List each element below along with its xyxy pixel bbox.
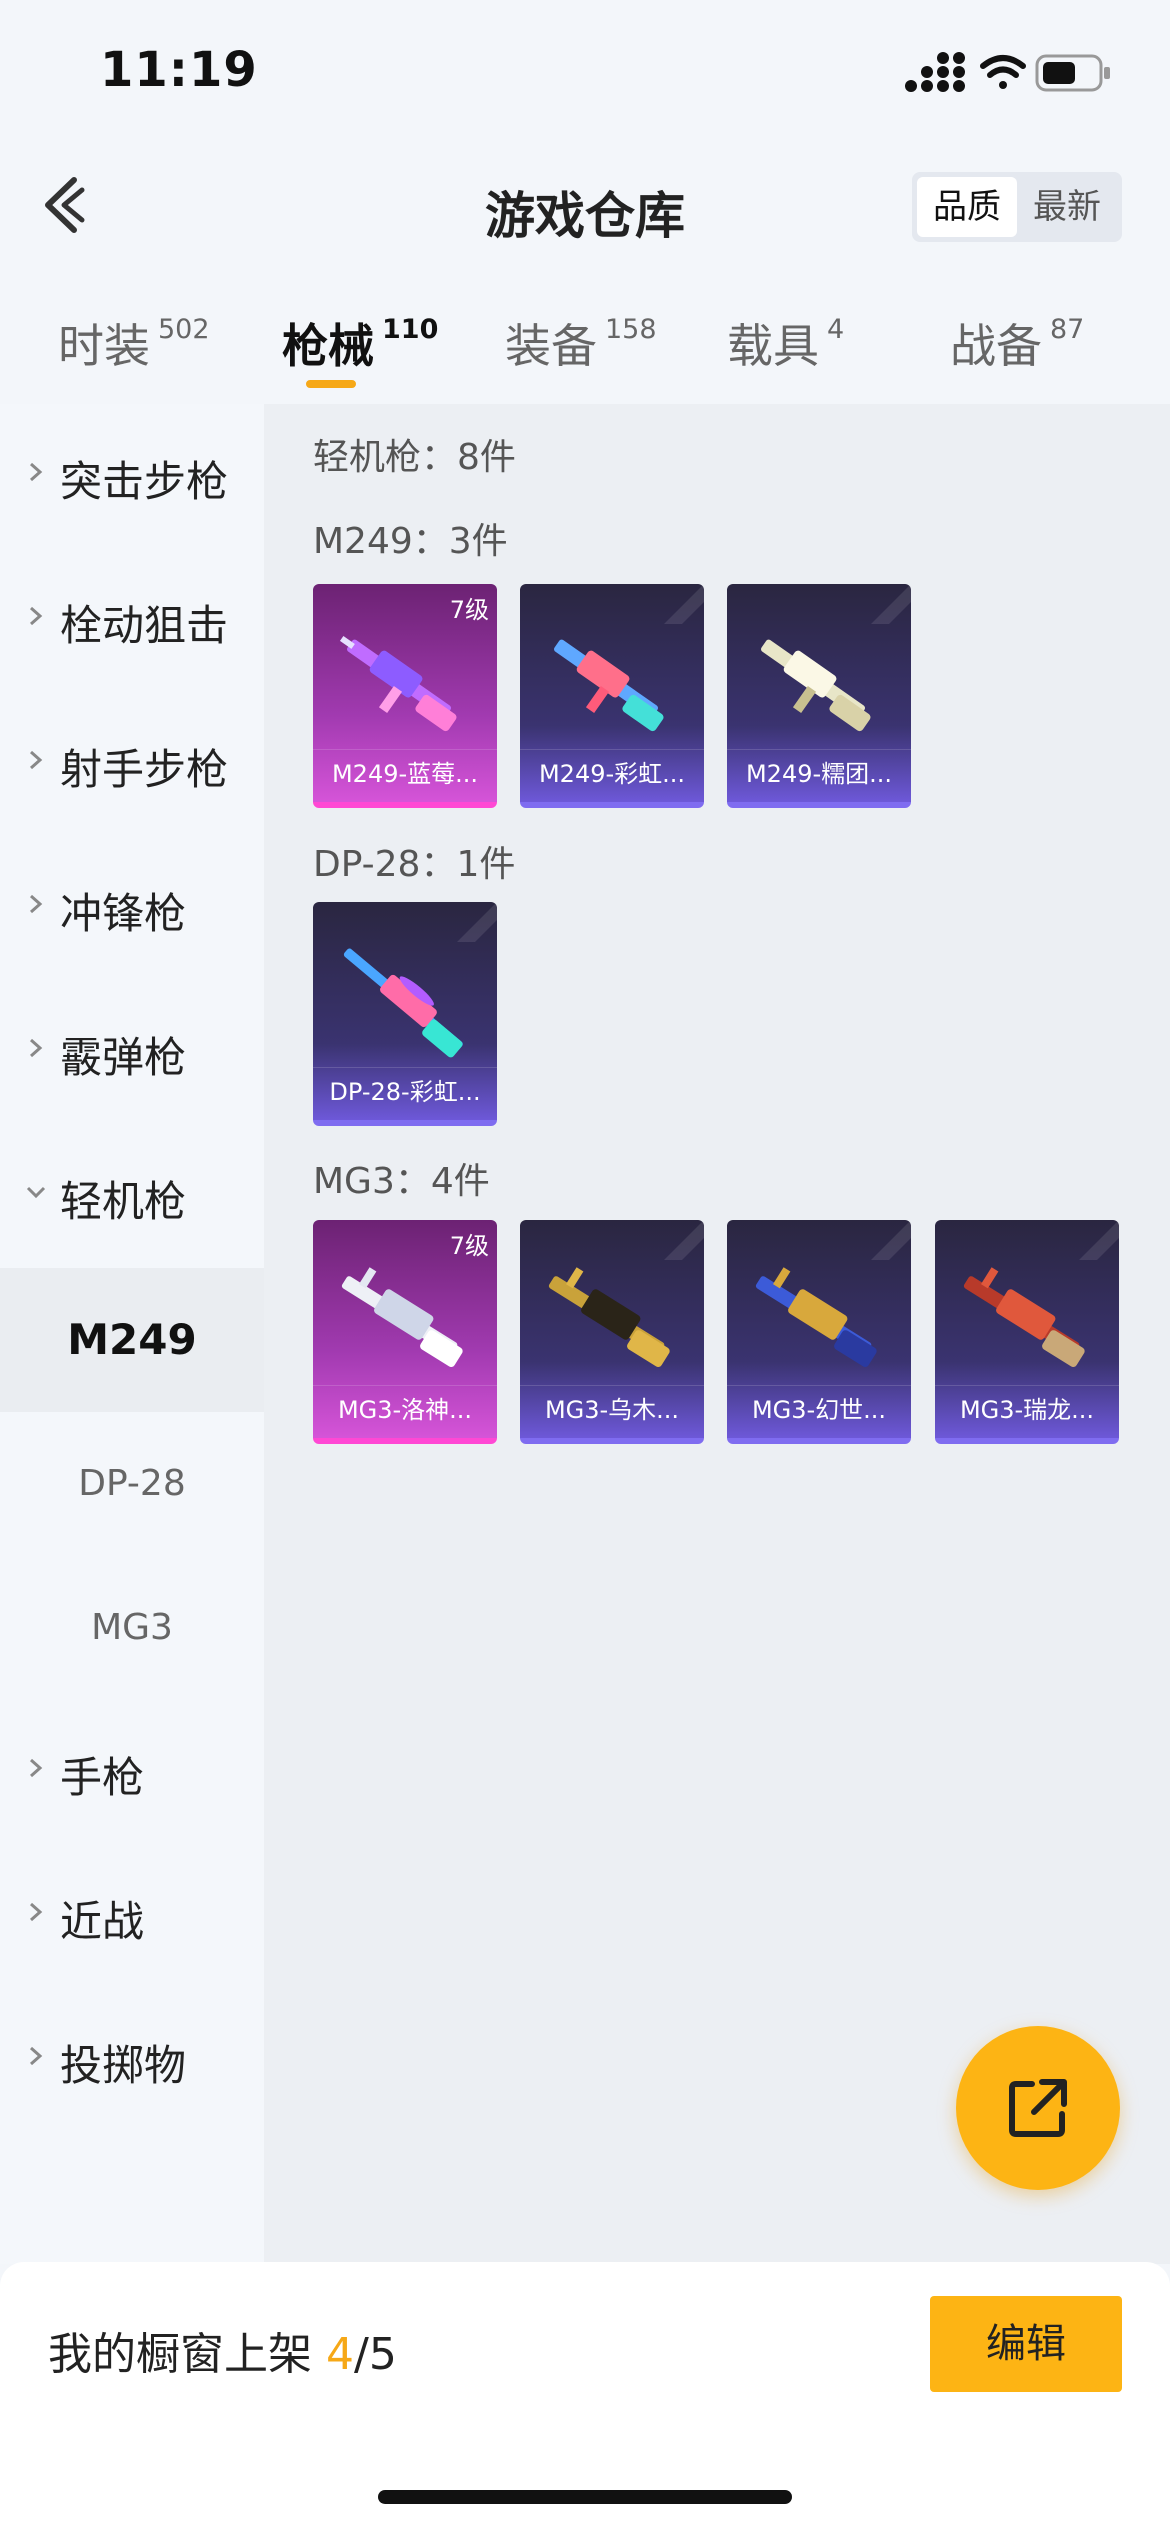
sidebar-item-label: 射手步枪 xyxy=(60,745,229,794)
chevron-right-icon xyxy=(30,1902,43,1922)
sidebar-item-assault-rifle[interactable]: 突击步枪 xyxy=(0,404,264,548)
sidebar-item-label: 突击步枪 xyxy=(60,457,229,506)
sidebar-item-shotgun[interactable]: 霰弹枪 xyxy=(0,980,264,1124)
sidebar-item-label: 近战 xyxy=(60,1897,145,1946)
signal-icon xyxy=(905,52,965,92)
sidebar-item-lmg[interactable]: 轻机枪 xyxy=(0,1124,264,1268)
wifi-icon xyxy=(980,55,1026,89)
section-header-m249: M249：3件 xyxy=(313,521,508,562)
showcase-status: 我的橱窗上架 4/5 xyxy=(48,2318,397,2382)
sidebar-item-pistol[interactable]: 手枪 xyxy=(0,1700,264,1844)
showcase-label: 我的橱窗上架 xyxy=(48,2329,312,2380)
item-name: MG3-瑞龙... xyxy=(935,1385,1119,1434)
item-card[interactable]: M249-彩虹... xyxy=(520,584,704,808)
battery-icon xyxy=(1035,54,1110,92)
gun-mg3-icon xyxy=(548,1267,670,1368)
sidebar-item-label: 冲锋枪 xyxy=(60,889,187,938)
section-header-mg3: MG3：4件 xyxy=(313,1161,490,1202)
item-name: M249-糯团... xyxy=(727,749,911,798)
item-card[interactable]: M249-糯团... xyxy=(727,584,911,808)
share-external-icon xyxy=(1009,2079,1067,2137)
gun-mg3-icon xyxy=(341,1267,463,1368)
item-name: DP-28-彩虹... xyxy=(313,1067,497,1116)
gun-m249-icon xyxy=(554,639,664,732)
gun-m249-icon xyxy=(761,639,871,732)
showcase-total: /5 xyxy=(354,2329,397,2380)
category-header: 轻机枪：8件 xyxy=(313,437,516,478)
sort-newest-option[interactable]: 最新 xyxy=(1017,177,1117,237)
sidebar-item-marksman-rifle[interactable]: 射手步枪 xyxy=(0,692,264,836)
sidebar-item-label: 霰弹枪 xyxy=(60,1033,187,1082)
chevron-right-icon xyxy=(30,1758,43,1778)
share-fab-button[interactable] xyxy=(956,2026,1120,2190)
edit-button[interactable]: 编辑 xyxy=(930,2296,1122,2392)
sidebar: 突击步枪 栓动狙击 射手步枪 冲锋枪 霰弹枪 轻机枪 M249 DP-28 MG… xyxy=(0,404,264,2264)
tab-equipment[interactable]: 装备 158 xyxy=(505,310,657,376)
gun-dp28-icon xyxy=(343,948,463,1058)
sidebar-item-label: 手枪 xyxy=(60,1753,145,1802)
sidebar-item-label: 投掷物 xyxy=(60,2041,187,2090)
showcase-count: 4 xyxy=(326,2329,354,2380)
chevron-right-icon xyxy=(30,2046,43,2066)
chevron-down-icon xyxy=(26,1186,46,1199)
sidebar-item-smg[interactable]: 冲锋枪 xyxy=(0,836,264,980)
item-card[interactable]: MG3-瑞龙... xyxy=(935,1220,1119,1444)
sidebar-item-bolt-sniper[interactable]: 栓动狙击 xyxy=(0,548,264,692)
sidebar-item-label: 栓动狙击 xyxy=(60,601,229,650)
section-header-dp28: DP-28：1件 xyxy=(313,844,516,885)
sidebar-item-melee[interactable]: 近战 xyxy=(0,1844,264,1988)
gun-mg3-icon xyxy=(963,1267,1085,1368)
sidebar-item-throwables[interactable]: 投掷物 xyxy=(0,1988,264,2132)
sidebar-subitem-mg3[interactable]: MG3 xyxy=(0,1556,264,1700)
item-card[interactable]: MG3-幻世... xyxy=(727,1220,911,1444)
sort-toggle: 品质 最新 xyxy=(912,172,1122,242)
item-card[interactable]: DP-28-彩虹... xyxy=(313,902,497,1126)
sidebar-item-label: 轻机枪 xyxy=(60,1177,187,1226)
status-icons xyxy=(905,52,1110,92)
gun-m249-icon xyxy=(339,635,457,732)
chevron-right-icon xyxy=(30,462,43,482)
status-time: 11:19 xyxy=(100,42,258,98)
chevron-right-icon xyxy=(30,606,43,626)
sidebar-subitem-m249[interactable]: M249 xyxy=(0,1268,264,1412)
chevron-right-icon xyxy=(30,750,43,770)
item-name: MG3-幻世... xyxy=(727,1385,911,1434)
sidebar-subitem-dp28[interactable]: DP-28 xyxy=(0,1412,264,1556)
item-name: MG3-乌木... xyxy=(520,1385,704,1434)
tab-vehicles[interactable]: 载具 4 xyxy=(727,310,844,376)
item-name: M249-彩虹... xyxy=(520,749,704,798)
gun-mg3-icon xyxy=(755,1267,877,1368)
item-card[interactable]: 7级 MG3-洛神... xyxy=(313,1220,497,1444)
item-name: M249-蓝莓... xyxy=(313,749,497,798)
tab-firearms[interactable]: 枪械 110 xyxy=(282,310,438,376)
item-card[interactable]: 7级 M249-蓝莓... xyxy=(313,584,497,808)
home-indicator xyxy=(378,2490,792,2504)
tab-active-indicator xyxy=(306,380,356,388)
tab-supplies[interactable]: 战备 87 xyxy=(950,310,1084,376)
sort-quality-option[interactable]: 品质 xyxy=(917,177,1017,237)
chevron-right-icon xyxy=(30,894,43,914)
item-card[interactable]: MG3-乌木... xyxy=(520,1220,704,1444)
tab-fashion[interactable]: 时装 502 xyxy=(58,310,210,376)
item-name: MG3-洛神... xyxy=(313,1385,497,1434)
chevron-right-icon xyxy=(30,1038,43,1058)
